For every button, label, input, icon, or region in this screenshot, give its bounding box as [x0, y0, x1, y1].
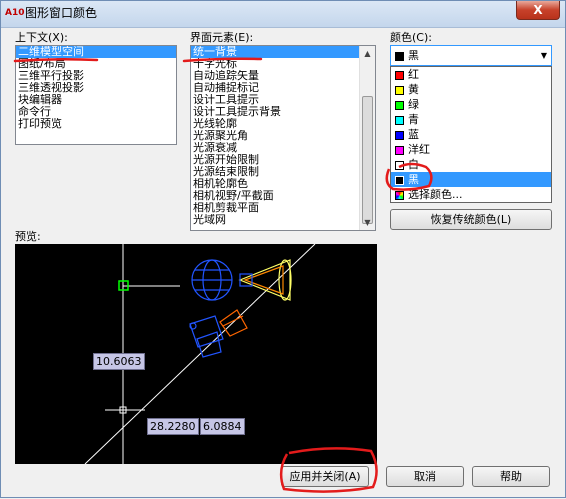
- color-current-value: 黑: [408, 49, 419, 62]
- list-item[interactable]: 块编辑器: [16, 94, 176, 106]
- color-option-label: 蓝: [408, 128, 419, 141]
- elements-label: 界面元素(E):: [190, 31, 254, 44]
- color-option-label: 洋红: [408, 143, 430, 156]
- context-label: 上下文(X):: [15, 31, 68, 44]
- list-item[interactable]: 相机轮廓色: [191, 178, 359, 190]
- dialog-window: A10 图形窗口颜色 X 上下文(X): 二维模型空间 图纸/布局 三维平行投影 三维…: [0, 0, 566, 498]
- context-listbox[interactable]: 二维模型空间 图纸/布局 三维平行投影 三维透视投影 块编辑器 命令行 打印预览: [15, 45, 177, 145]
- preview-canvas: 10.6063 28.2280 6.0884: [15, 244, 377, 464]
- list-item[interactable]: 十字光标: [191, 58, 359, 70]
- color-option-label: 白: [408, 158, 419, 171]
- window-title: 图形窗口颜色: [25, 6, 98, 20]
- spotlight-cone-icon: [238, 259, 292, 301]
- list-item[interactable]: 三维透视投影: [16, 82, 176, 94]
- dimension-y: 6.0884: [200, 418, 245, 435]
- color-option[interactable]: 选择颜色...: [391, 187, 551, 202]
- dimension-vertical: 10.6063: [93, 353, 145, 370]
- color-option[interactable]: 红: [391, 67, 551, 82]
- title-bar: A10 图形窗口颜色 X: [1, 1, 565, 28]
- apply-close-button[interactable]: 应用并关闭(A): [281, 466, 369, 487]
- elements-scrollbar[interactable]: ▲ ▼: [359, 46, 375, 230]
- list-item[interactable]: 自动捕捉标记: [191, 82, 359, 94]
- color-label: 颜色(C):: [390, 31, 432, 44]
- list-item[interactable]: 相机视野/平截面: [191, 190, 359, 202]
- color-option[interactable]: 蓝: [391, 127, 551, 142]
- list-item[interactable]: 相机剪裁平面: [191, 202, 359, 214]
- globe-light-icon: [191, 259, 233, 301]
- color-combobox[interactable]: 黑 ▼: [390, 45, 552, 66]
- color-swatch-icon: [395, 130, 404, 140]
- color-option[interactable]: 绿: [391, 97, 551, 112]
- color-swatch-icon: [395, 51, 404, 61]
- preview-label: 预览:: [15, 230, 41, 243]
- color-option[interactable]: 白: [391, 157, 551, 172]
- list-item[interactable]: 打印预览: [16, 118, 176, 130]
- restore-colors-button[interactable]: 恢复传统颜色(L): [390, 209, 552, 230]
- list-item[interactable]: 光源开始限制: [191, 154, 359, 166]
- list-item[interactable]: 图纸/布局: [16, 58, 176, 70]
- scroll-thumb[interactable]: [362, 96, 373, 224]
- list-item[interactable]: 设计工具提示: [191, 94, 359, 106]
- color-option[interactable]: 青: [391, 112, 551, 127]
- cancel-button[interactable]: 取消: [386, 466, 464, 487]
- color-swatch-icon: [395, 85, 404, 95]
- list-item[interactable]: 三维平行投影: [16, 70, 176, 82]
- color-option-label: 黑: [408, 173, 419, 186]
- list-item[interactable]: 光域网: [191, 214, 359, 226]
- color-swatch-icon: [395, 190, 404, 200]
- scroll-down-arrow-icon[interactable]: ▼: [360, 215, 375, 230]
- list-item[interactable]: 统一背景: [191, 46, 359, 58]
- list-item[interactable]: 设计工具提示背景: [191, 106, 359, 118]
- app-icon: A10: [5, 8, 25, 18]
- color-swatch-icon: [395, 115, 404, 125]
- color-dropdown-list[interactable]: 红黄绿青蓝洋红白黑选择颜色...: [390, 66, 552, 203]
- color-option[interactable]: 黄: [391, 82, 551, 97]
- color-option[interactable]: 黑: [391, 172, 551, 187]
- chevron-down-icon[interactable]: ▼: [541, 49, 547, 63]
- scroll-up-arrow-icon[interactable]: ▲: [360, 46, 375, 61]
- color-swatch-icon: [395, 175, 404, 185]
- list-item[interactable]: 命令行: [16, 106, 176, 118]
- color-option-label: 选择颜色...: [408, 188, 463, 201]
- color-swatch-icon: [395, 145, 404, 155]
- list-item[interactable]: 光源聚光角: [191, 130, 359, 142]
- close-button[interactable]: X: [516, 1, 560, 20]
- color-option-label: 绿: [408, 98, 419, 111]
- color-swatch-icon: [395, 70, 404, 80]
- color-swatch-icon: [395, 100, 404, 110]
- list-item[interactable]: 自动追踪矢量: [191, 70, 359, 82]
- dimension-x: 28.2280: [147, 418, 199, 435]
- color-option[interactable]: 洋红: [391, 142, 551, 157]
- help-button[interactable]: 帮助: [472, 466, 550, 487]
- color-option-label: 红: [408, 68, 419, 81]
- list-item[interactable]: 光源结束限制: [191, 166, 359, 178]
- list-item[interactable]: 二维模型空间: [16, 46, 176, 58]
- list-item[interactable]: 光线轮廓: [191, 118, 359, 130]
- list-item[interactable]: 光源衰减: [191, 142, 359, 154]
- color-option-label: 青: [408, 113, 419, 126]
- color-swatch-icon: [395, 160, 404, 170]
- elements-listbox[interactable]: 统一背景 十字光标 自动追踪矢量 自动捕捉标记 设计工具提示 设计工具提示背景 光线轮廓 光源…: [190, 45, 376, 231]
- color-option-label: 黄: [408, 83, 419, 96]
